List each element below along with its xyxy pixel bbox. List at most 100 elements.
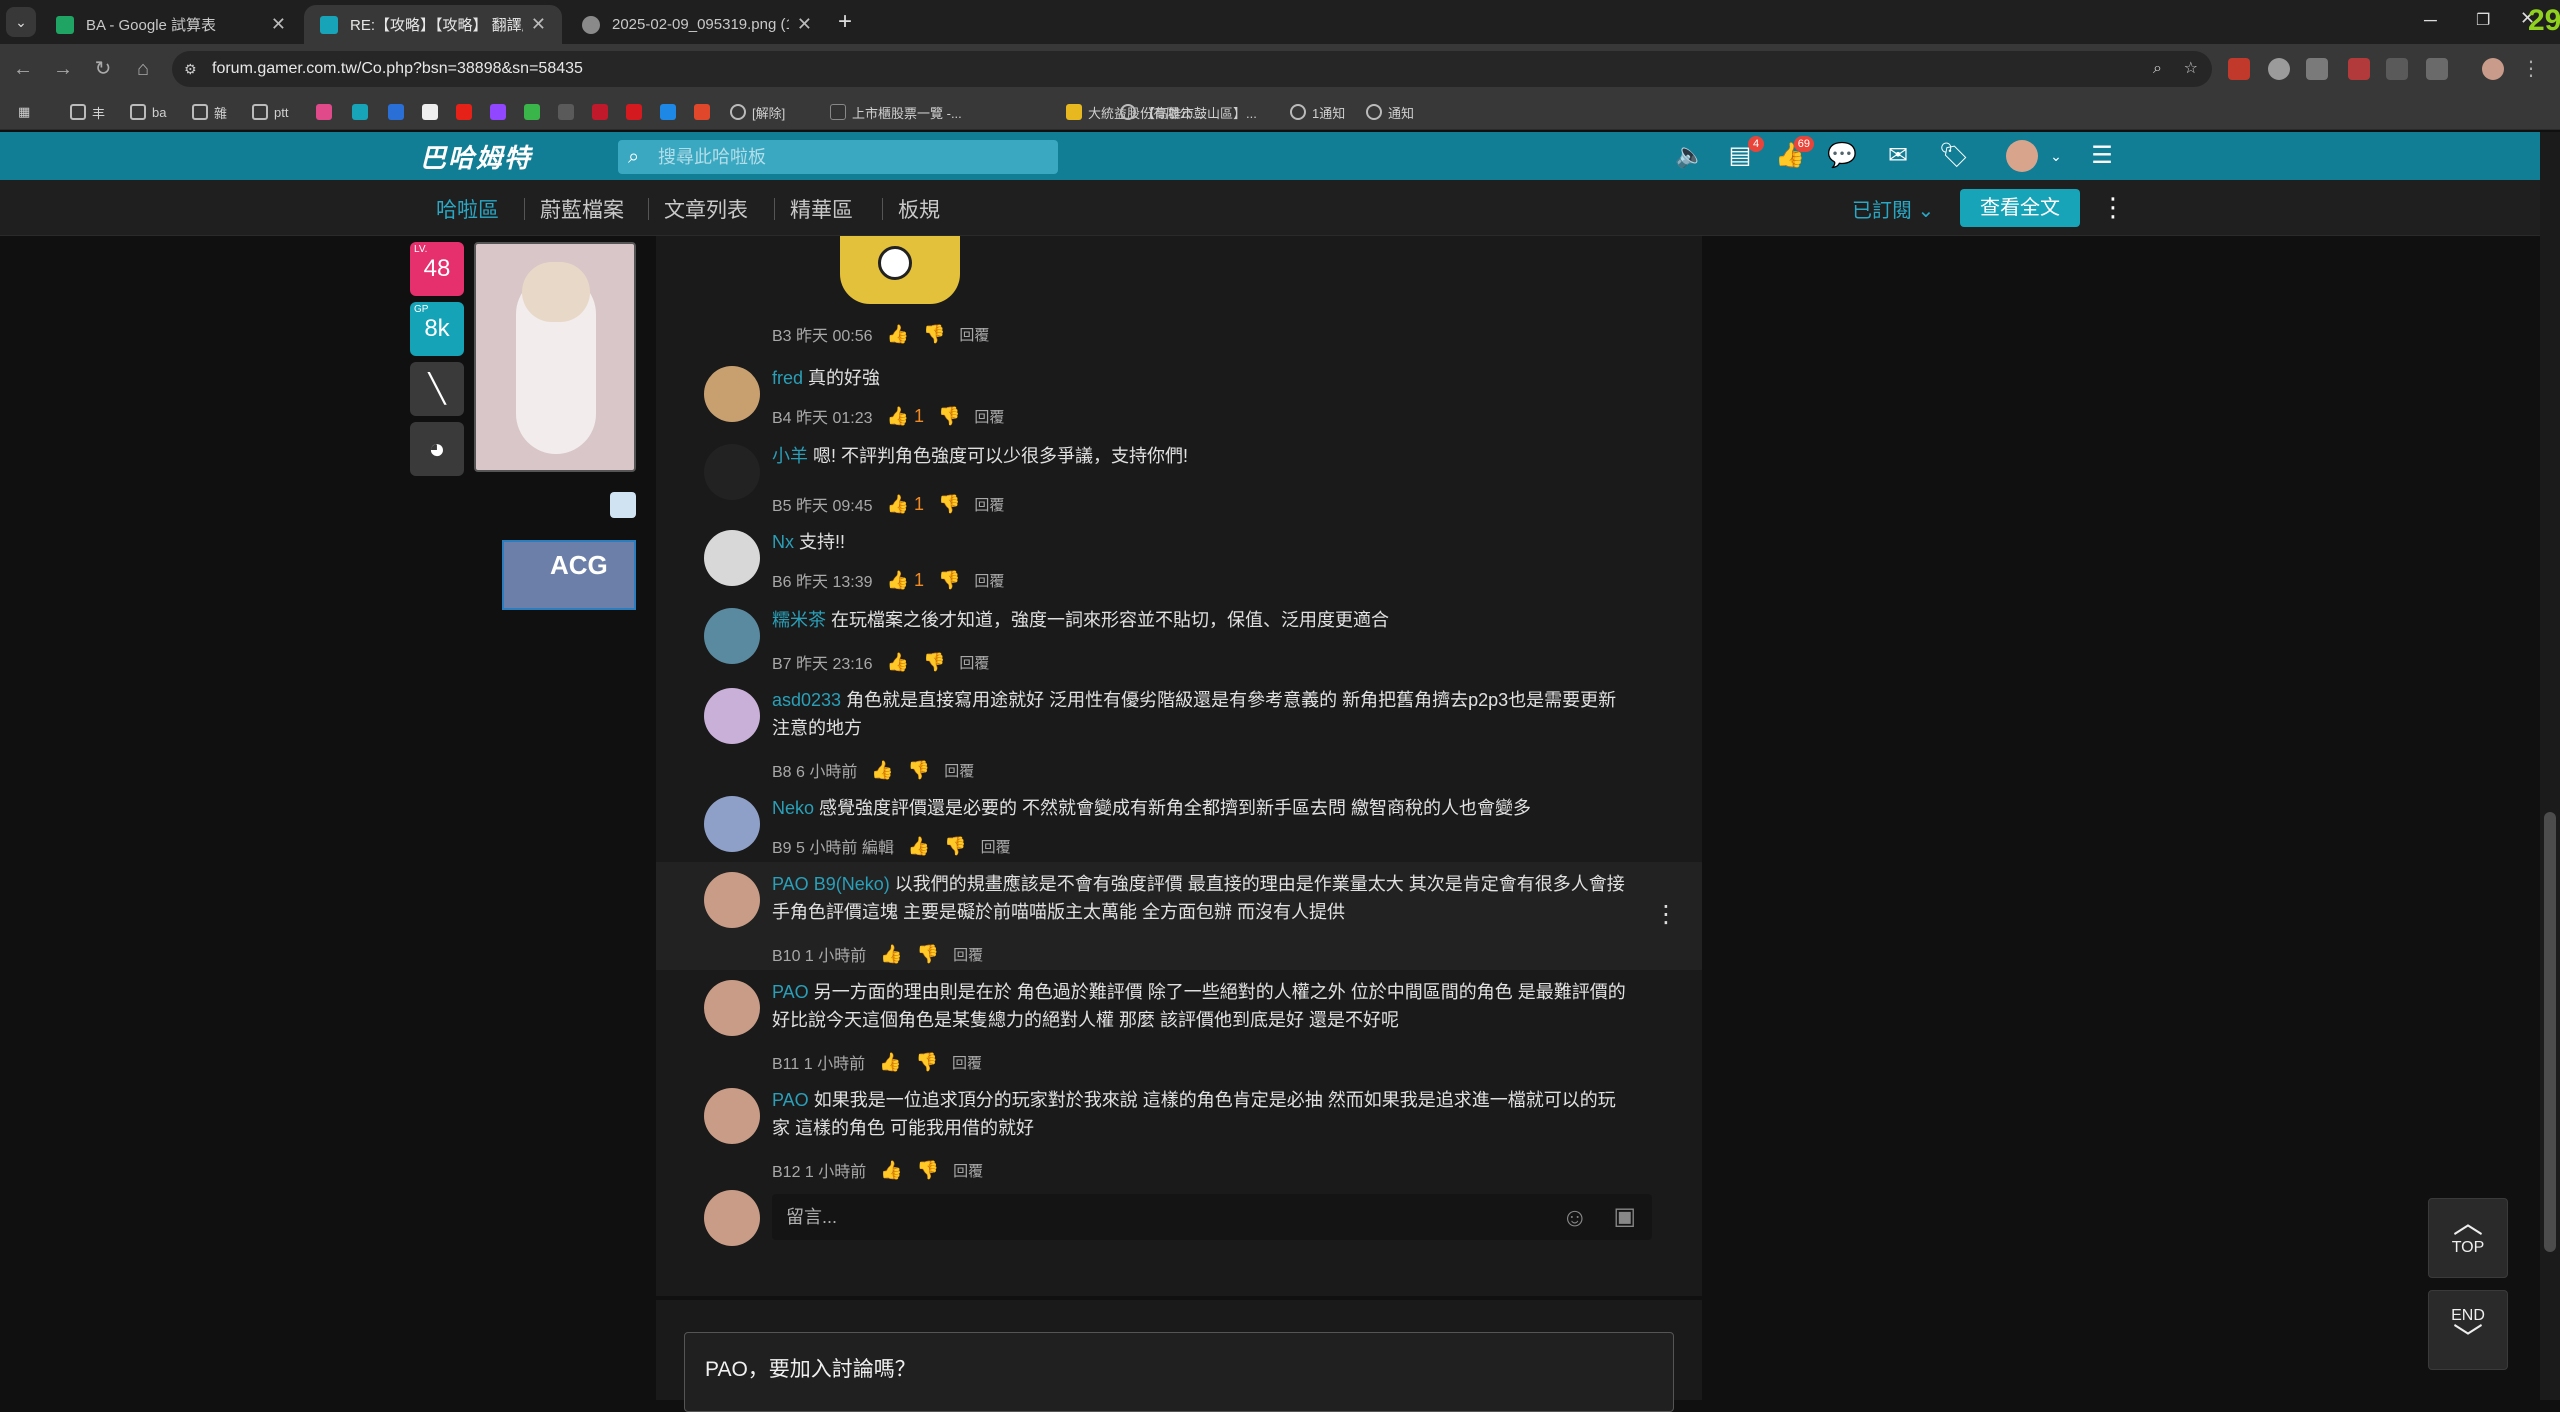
reply-input[interactable]: 留言... ☺ ▣ [772, 1194, 1652, 1240]
thumbs-up-icon[interactable]: 👍 1 [887, 406, 924, 427]
thumbs-up-icon[interactable]: 👍 [880, 1160, 902, 1181]
emoji-icon[interactable]: ☺ [1561, 1194, 1588, 1240]
page-scrollbar[interactable] [2540, 132, 2560, 1400]
like-notification-icon[interactable]: 👍 69 [1774, 136, 1814, 172]
bookmark-site[interactable]: 【高雄市鼓山區】... [1120, 102, 1257, 122]
more-options-icon[interactable]: ⋮ [2100, 192, 2126, 223]
minimize-button[interactable]: ─ [2424, 10, 2437, 31]
commenter-avatar[interactable] [704, 980, 760, 1036]
thumbs-down-icon[interactable]: 👎 [938, 406, 960, 427]
comment-username[interactable]: 糯米茶 [772, 610, 826, 630]
image-upload-icon[interactable]: ▣ [1613, 1194, 1636, 1240]
thumbs-up-icon[interactable]: 👍 [908, 836, 930, 857]
reply-button[interactable]: 回覆 [944, 760, 974, 781]
url-input[interactable]: ⚙ forum.gamer.com.tw/Co.php?bsn=38898&sn… [172, 51, 2212, 87]
commenter-avatar[interactable] [704, 366, 760, 422]
rss-icon[interactable]: ▤ 4 [1724, 136, 1764, 172]
nav-blue-archive[interactable]: 蔚藍檔案 [540, 194, 624, 224]
thumbs-up-icon[interactable]: 👍 1 [887, 494, 924, 515]
close-icon[interactable]: ✕ [531, 14, 546, 35]
home-icon[interactable]: ⌂ [128, 54, 158, 84]
comment-username[interactable]: Neko [772, 798, 814, 818]
site-info-icon[interactable]: ⚙ [184, 51, 197, 87]
reply-button[interactable]: 回覆 [953, 944, 983, 965]
reply-button[interactable]: 回覆 [952, 1052, 982, 1073]
commenter-avatar[interactable] [704, 444, 760, 500]
comment-username[interactable]: PAO [772, 982, 809, 1002]
nav-featured[interactable]: 精華區 [790, 194, 853, 224]
subscribed-dropdown[interactable]: 已訂閱 ⌄ [1852, 194, 1934, 223]
comment-username[interactable]: 小羊 [772, 446, 808, 466]
reply-button[interactable]: 回覆 [981, 836, 1011, 857]
thumbs-up-icon[interactable]: 👍 [887, 652, 909, 673]
thumbs-down-icon[interactable]: 👎 [917, 1160, 939, 1181]
bookmark-folder[interactable]: ba [130, 102, 166, 122]
mail-icon[interactable]: ✉ [1882, 140, 1914, 172]
bookmark-folder[interactable]: 丰 [70, 102, 105, 122]
reply-button[interactable]: 回覆 [959, 324, 989, 345]
thumbs-up-icon[interactable]: 👍 1 [887, 570, 924, 591]
bookmark-site[interactable] [626, 102, 648, 122]
thumbs-down-icon[interactable]: 👎 [938, 494, 960, 515]
profile-avatar[interactable] [2482, 58, 2504, 80]
bookmark-site[interactable] [592, 102, 614, 122]
site-logo[interactable]: 巴哈姆特 [420, 138, 580, 174]
join-discussion-box[interactable]: PAO，要加入討論嗎？ [684, 1332, 1674, 1412]
bookmark-site[interactable]: 1通知 [1290, 102, 1345, 122]
bookmark-site[interactable] [524, 102, 546, 122]
bookmark-site[interactable] [558, 102, 580, 122]
thumbs-up-icon[interactable]: 👍 [871, 760, 893, 781]
browser-tab[interactable]: 2025-02-09_095319.png (142 ✕ [566, 5, 828, 44]
commenter-avatar[interactable] [704, 796, 760, 852]
commenter-avatar[interactable] [704, 688, 760, 744]
scrollbar-thumb[interactable] [2544, 812, 2556, 1252]
comment-username[interactable]: PAO [772, 1090, 809, 1110]
commenter-avatar[interactable] [704, 530, 760, 586]
reload-icon[interactable]: ↻ [88, 54, 118, 84]
reply-button[interactable]: 回覆 [974, 494, 1004, 515]
user-avatar[interactable] [2006, 140, 2038, 172]
scroll-top-button[interactable]: ︿ TOP [2428, 1198, 2508, 1278]
forward-icon[interactable]: → [48, 54, 78, 84]
tag-icon[interactable]: 🏷 [1938, 140, 1970, 172]
nav-hala[interactable]: 哈啦區 [436, 194, 499, 224]
thumbs-down-icon[interactable]: 👎 [916, 1052, 938, 1073]
speaker-icon[interactable]: 🔈 [1674, 140, 1706, 172]
comment-username[interactable]: PAO [772, 874, 809, 894]
nav-article-list[interactable]: 文章列表 [664, 194, 748, 224]
puzzle-icon[interactable] [2426, 58, 2448, 80]
bookmark-star-icon[interactable]: ☆ [2184, 51, 2198, 87]
extension-icon[interactable] [2228, 58, 2250, 80]
thumbs-down-icon[interactable]: 👎 [923, 652, 945, 673]
chat-icon[interactable]: 💬 [1826, 140, 1858, 172]
bookmark-folder[interactable]: ptt [252, 102, 288, 122]
search-input[interactable]: ⌕ 搜尋此哈啦板 [618, 140, 1058, 174]
thumbs-up-icon[interactable]: 👍 [887, 324, 909, 345]
bookmark-site[interactable] [352, 102, 374, 122]
author-game-image[interactable] [474, 242, 636, 472]
bookmark-site[interactable] [660, 102, 682, 122]
bookmark-site[interactable] [422, 102, 444, 122]
browser-menu-icon[interactable]: ⋮ [2516, 54, 2546, 84]
thumbs-down-icon[interactable]: 👎 [923, 324, 945, 345]
thumbs-up-icon[interactable]: 👍 [879, 1052, 901, 1073]
chevron-down-icon[interactable]: ⌄ [2040, 140, 2072, 172]
comment-more-icon[interactable]: ⋮ [1654, 900, 1678, 929]
comment-username[interactable]: asd0233 [772, 690, 841, 710]
nav-rules[interactable]: 板規 [898, 194, 940, 224]
reply-button[interactable]: 回覆 [953, 1160, 983, 1181]
restore-button[interactable]: ❐ [2476, 10, 2490, 30]
bookmark-site[interactable] [316, 102, 338, 122]
bookmark-folder[interactable]: 雜 [192, 102, 227, 122]
thumbs-down-icon[interactable]: 👎 [944, 836, 966, 857]
browser-tab-active[interactable]: RE:【攻略】【攻略】 翻譯服本 ✕ [304, 5, 562, 44]
comment-username[interactable]: Nx [772, 532, 794, 552]
shield-icon[interactable] [2306, 58, 2328, 80]
thumbs-down-icon[interactable]: 👎 [917, 944, 939, 965]
comment-username[interactable]: fred [772, 368, 803, 388]
bookmark-site[interactable] [456, 102, 478, 122]
reply-button[interactable]: 回覆 [974, 406, 1004, 427]
bookmark-site[interactable] [694, 102, 716, 122]
scroll-end-button[interactable]: END ﹀ [2428, 1290, 2508, 1370]
bookmark-site[interactable]: [解除] [730, 102, 785, 122]
